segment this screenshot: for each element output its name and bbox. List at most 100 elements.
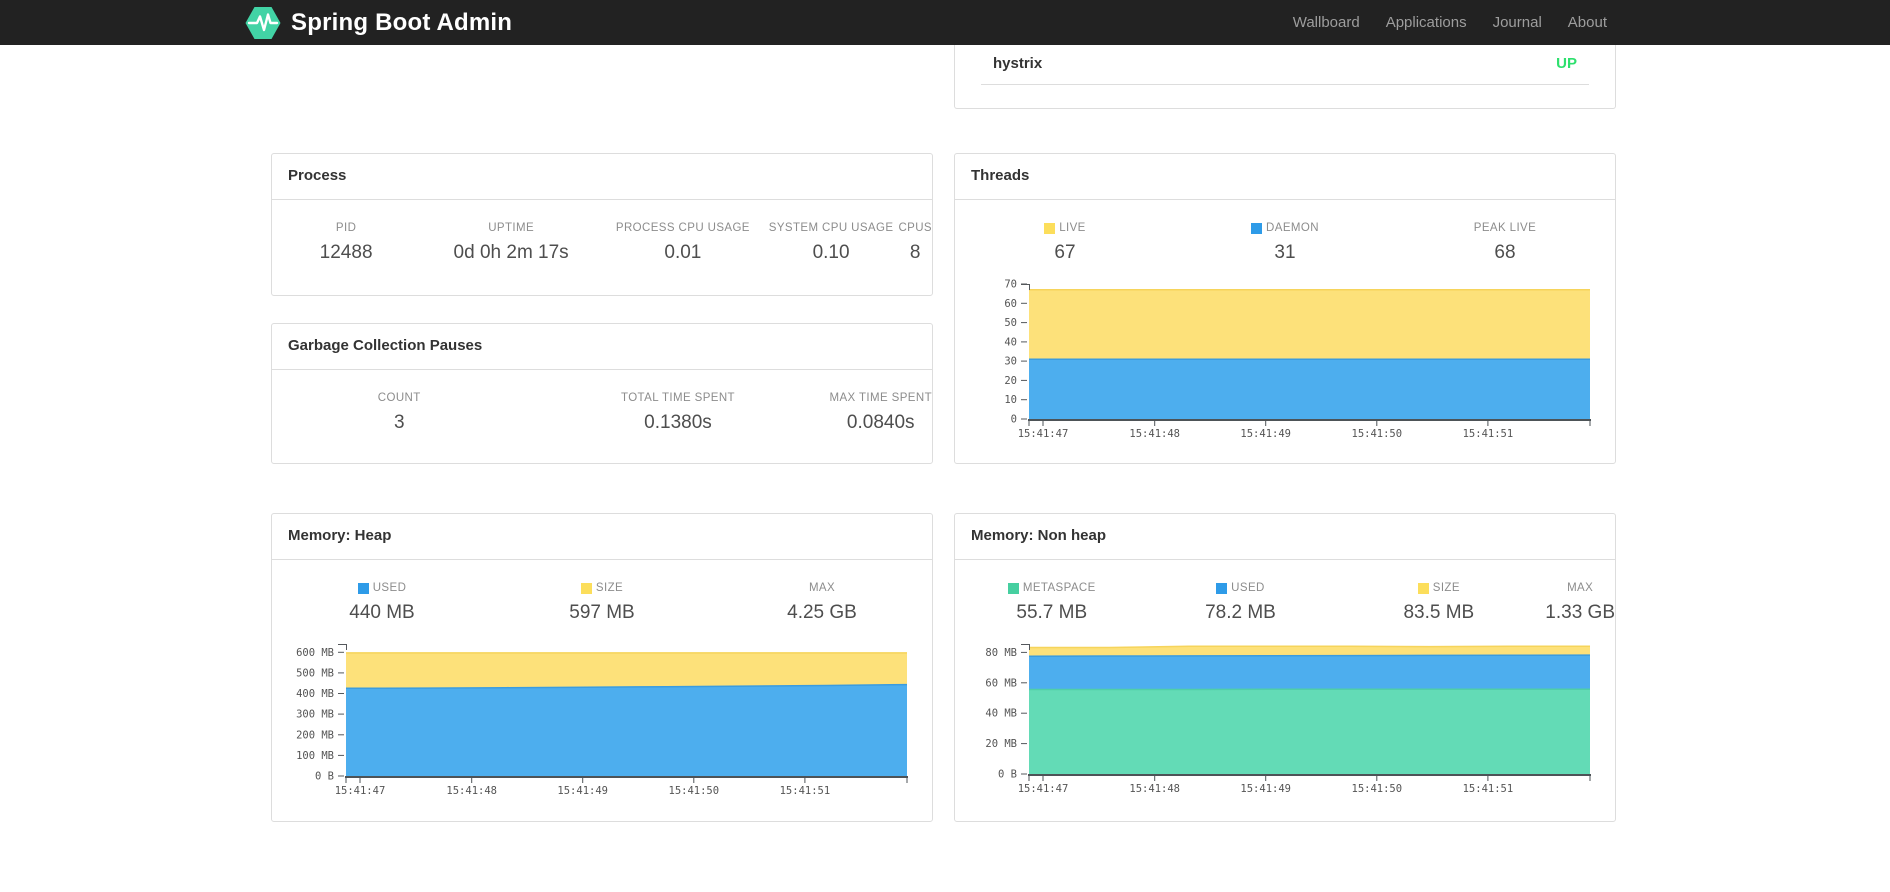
metric: SYSTEM CPU USAGE 0.10 (764, 222, 899, 264)
svg-text:40: 40 (1004, 336, 1017, 348)
app-title: Spring Boot Admin (291, 8, 513, 36)
metric: CPUS 8 (898, 222, 932, 264)
threads-chart: 0 10 20 30 40 50 60 70 15:41:47 15:41:48 15:41:49 1… (971, 278, 1615, 448)
metric-label: UPTIME (488, 222, 535, 234)
metric: SIZE 597 MB (492, 582, 712, 624)
metric-value: 440 MB (349, 602, 415, 623)
metric: MAX 4.25 GB (712, 582, 932, 624)
svg-text:60 MB: 60 MB (985, 677, 1017, 689)
legend-swatch (1417, 582, 1429, 594)
memory-heap-chart: 0 B 100 MB 200 MB 300 MB 400 MB 500 MB 600 MB 1… (288, 638, 932, 805)
svg-text:15:41:51: 15:41:51 (1463, 428, 1514, 440)
metric-value: 0.01 (664, 242, 702, 263)
metric: PID 12488 (272, 222, 420, 264)
svg-text:20 MB: 20 MB (985, 738, 1017, 750)
nav-link[interactable]: Journal (1480, 14, 1555, 31)
svg-text:15:41:49: 15:41:49 (1240, 783, 1291, 795)
metric-value: 3 (393, 412, 405, 433)
navbar: Spring Boot Admin Wallboard Applications J… (0, 0, 1890, 45)
legend-swatch (357, 582, 369, 594)
metric-value: 0.1380s (644, 412, 712, 433)
right-column: hystrix UP Threads LIVE 67 DAEMON 31 PEA… (954, 45, 1616, 822)
metric-label: PEAK LIVE (1473, 222, 1537, 234)
svg-text:15:41:47: 15:41:47 (1018, 428, 1069, 440)
application-row[interactable]: hystrix UP (981, 45, 1589, 85)
metric: USED 78.2 MB (1149, 582, 1333, 624)
metric: DAEMON 31 (1175, 222, 1395, 264)
dashboard: Process PID 12488 UPTIME 0d 0h 2m 17s PR… (271, 45, 1616, 822)
metric-label: SYSTEM CPU USAGE (768, 222, 894, 234)
svg-text:15:41:48: 15:41:48 (1129, 783, 1180, 795)
metric-label: COUNT (377, 392, 421, 404)
metric-label: LIVE (1059, 222, 1086, 234)
metric: SIZE 83.5 MB (1332, 582, 1545, 624)
process-card-title: Process (272, 154, 932, 200)
gc-metrics: COUNT 3 TOTAL TIME SPENT 0.1380s MAX TIM… (272, 370, 932, 434)
svg-text:500 MB: 500 MB (296, 667, 334, 679)
nav-link[interactable]: Applications (1373, 14, 1480, 31)
legend-swatch (1044, 222, 1056, 234)
metric-label: MAX (1567, 582, 1594, 594)
nav-link[interactable]: About (1555, 14, 1620, 31)
legend-swatch (1216, 582, 1228, 594)
metric-value: 55.7 MB (1016, 602, 1088, 623)
pulse-hexagon-icon (245, 6, 281, 40)
svg-text:15:41:49: 15:41:49 (557, 785, 608, 797)
legend-swatch (1251, 222, 1263, 234)
application-status-card: hystrix UP (954, 45, 1616, 109)
metric: TOTAL TIME SPENT 0.1380s (527, 392, 830, 434)
process-card: Process PID 12488 UPTIME 0d 0h 2m 17s PR… (271, 153, 933, 296)
threads-card: Threads LIVE 67 DAEMON 31 PEAK LIVE 68 0… (954, 153, 1616, 464)
svg-text:15:41:51: 15:41:51 (780, 785, 831, 797)
metric: UPTIME 0d 0h 2m 17s (420, 222, 602, 264)
metric-label: METASPACE (1022, 582, 1096, 594)
svg-text:30: 30 (1004, 356, 1017, 368)
memory-heap-card: Memory: Heap USED 440 MB SIZE 597 MB MAX (271, 513, 933, 822)
svg-text:15:41:48: 15:41:48 (1129, 428, 1180, 440)
svg-text:40 MB: 40 MB (985, 708, 1017, 720)
memory-nonheap-card: Memory: Non heap METASPACE 55.7 MB USED … (954, 513, 1616, 822)
brand-link[interactable]: Spring Boot Admin (245, 6, 512, 40)
metric-value: 1.33 GB (1545, 602, 1615, 623)
metric-label: SIZE (1432, 582, 1460, 594)
metric: COUNT 3 (272, 392, 527, 434)
status-badge: UP (1556, 55, 1577, 72)
svg-text:0 B: 0 B (315, 771, 334, 783)
process-metrics: PID 12488 UPTIME 0d 0h 2m 17s PROCESS CP… (272, 200, 932, 264)
metric-label: PROCESS CPU USAGE (615, 222, 750, 234)
metric-value: 8 (909, 242, 921, 263)
metric: MAX TIME SPENT 0.0840s (829, 392, 932, 434)
metric: MAX 1.33 GB (1545, 582, 1615, 624)
svg-text:10: 10 (1004, 394, 1017, 406)
metric-label: USED (1231, 582, 1265, 594)
svg-text:15:41:49: 15:41:49 (1240, 428, 1291, 440)
metric: USED 440 MB (272, 582, 492, 624)
nav-links: Wallboard Applications Journal About (1280, 14, 1620, 31)
metric-label: PID (335, 222, 357, 234)
memory-nonheap-chart: 0 B 20 MB 40 MB 60 MB 80 MB 15:41:47 15:41:48 1… (971, 638, 1615, 803)
metric-value: 4.25 GB (787, 602, 857, 623)
nav-link[interactable]: Wallboard (1280, 14, 1373, 31)
metric-value: 68 (1494, 242, 1516, 263)
metric: PROCESS CPU USAGE 0.01 (602, 222, 764, 264)
svg-text:15:41:50: 15:41:50 (1352, 428, 1403, 440)
threads-metrics: LIVE 67 DAEMON 31 PEAK LIVE 68 (955, 200, 1615, 264)
metric-value: 0.10 (812, 242, 850, 263)
svg-text:15:41:50: 15:41:50 (669, 785, 720, 797)
svg-text:80 MB: 80 MB (985, 647, 1017, 659)
svg-text:600 MB: 600 MB (296, 647, 334, 659)
threads-card-title: Threads (955, 154, 1615, 200)
metric-value: 0.0840s (846, 412, 915, 433)
svg-text:50: 50 (1004, 317, 1017, 329)
metric-label: CPUS (898, 222, 932, 234)
svg-text:15:41:47: 15:41:47 (1018, 783, 1069, 795)
heap-metrics: USED 440 MB SIZE 597 MB MAX 4.25 GB (272, 560, 932, 624)
svg-text:200 MB: 200 MB (296, 729, 334, 741)
svg-text:15:41:47: 15:41:47 (335, 785, 386, 797)
metric-label: DAEMON (1266, 222, 1319, 234)
metric-value: 0d 0h 2m 17s (453, 242, 569, 263)
heap-card-title: Memory: Heap (272, 514, 932, 560)
metric-value: 83.5 MB (1403, 602, 1475, 623)
svg-text:15:41:51: 15:41:51 (1463, 783, 1514, 795)
